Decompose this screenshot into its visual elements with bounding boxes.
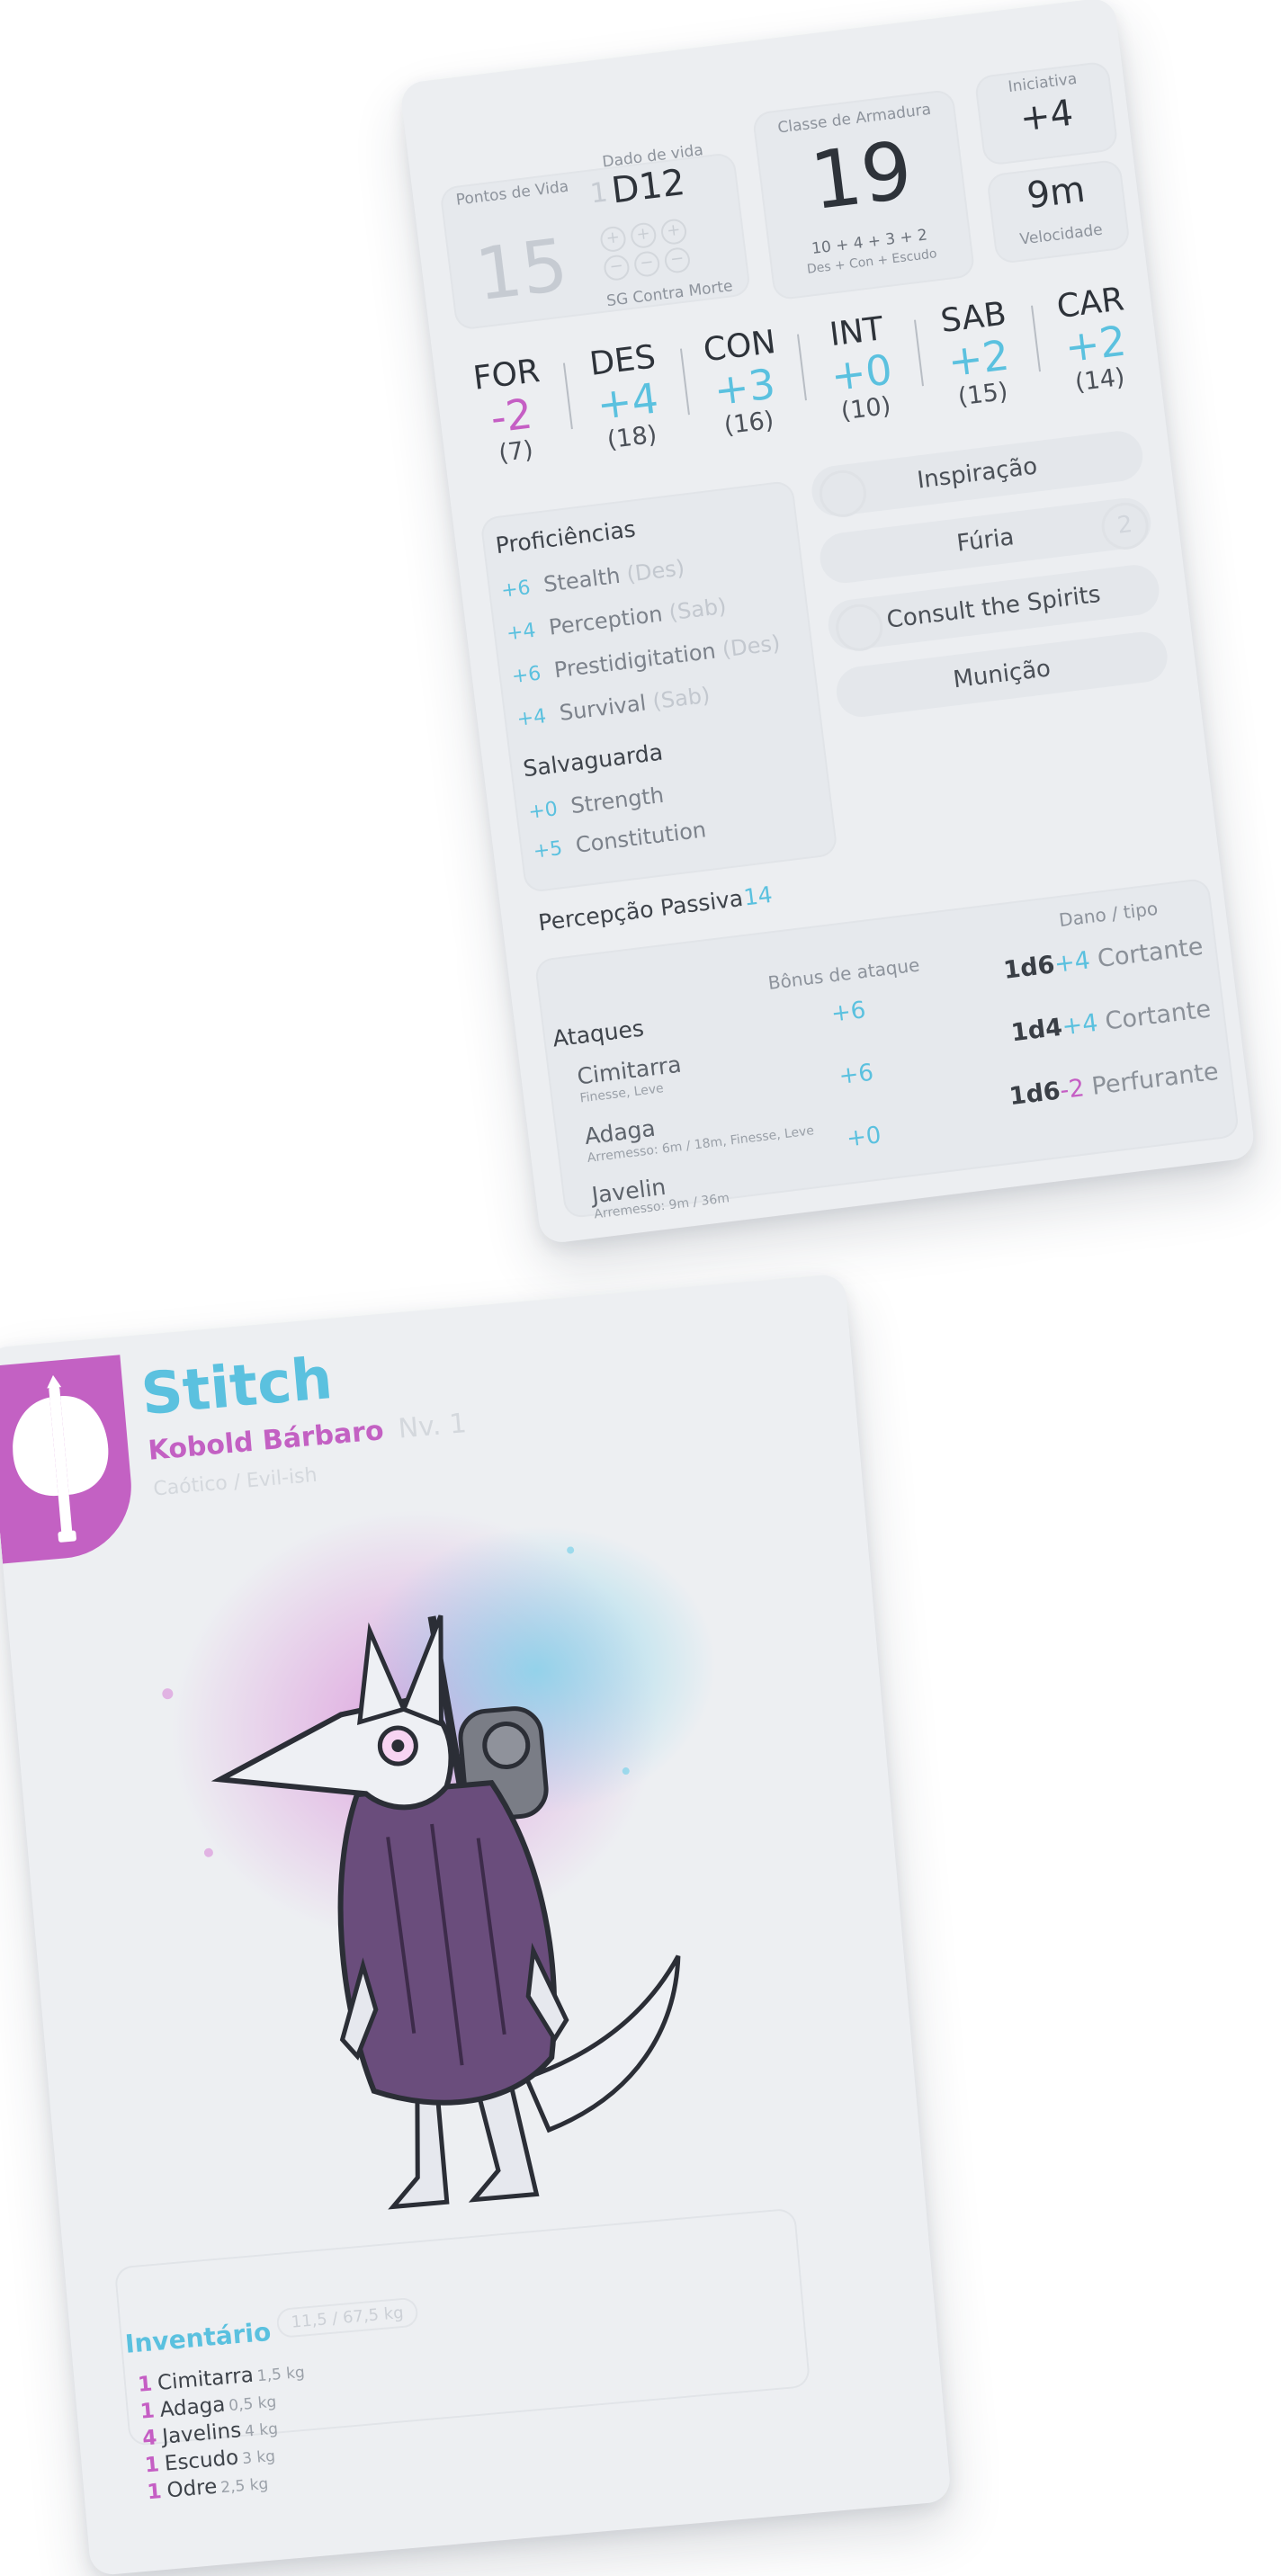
rage-label: Fúria — [954, 523, 1016, 558]
passive-perception-value: 14 — [742, 881, 775, 911]
stat-int: INT +0 (10) — [802, 308, 920, 429]
item-qty: 1 — [137, 2372, 154, 2397]
kobold-illustration — [162, 1510, 716, 2210]
level-text: Nv. 1 — [397, 1408, 469, 1445]
item-weight: 4 kg — [244, 2419, 279, 2441]
item-name: Odre — [166, 2474, 219, 2503]
saving-throw-name: Strength — [569, 782, 666, 819]
stat-cha: CAR +2 (14) — [1035, 279, 1154, 400]
ammunition-label: Munição — [951, 655, 1053, 694]
proficiencies-title: Proficiências — [494, 515, 638, 559]
proficiency-attr: (Sab) — [667, 593, 728, 626]
attacks-box — [533, 877, 1241, 1220]
proficiency-attr: (Des) — [721, 630, 782, 663]
item-weight: 3 kg — [241, 2446, 276, 2469]
proficiency-name: Survival — [558, 690, 648, 726]
death-save-plus-2[interactable]: + — [629, 221, 658, 250]
character-name: Stitch — [139, 1345, 336, 1429]
inspiration-label: Inspiração — [915, 452, 1039, 495]
item-qty: 1 — [143, 2453, 161, 2478]
item-weight: 1,5 kg — [256, 2363, 306, 2386]
death-save-minus-1[interactable]: − — [602, 254, 632, 282]
death-save-minus-2[interactable]: − — [632, 249, 661, 279]
proficiency-bonus: +4 — [505, 619, 537, 646]
proficiency-bonus: +6 — [510, 662, 542, 689]
item-qty: 1 — [139, 2399, 156, 2424]
attack-dmg-mod: +4 — [1053, 946, 1092, 979]
proficiency-attr: (Sab) — [650, 682, 712, 715]
proficiency-name: Prestidigitation — [552, 638, 718, 684]
death-save-plus-3[interactable]: + — [659, 218, 688, 246]
item-weight: 2,5 kg — [219, 2474, 270, 2498]
proficiency-bonus: +6 — [499, 577, 533, 603]
character-alignment: Caótico / Evil-ish — [152, 1463, 318, 1501]
proficiency-name: Stealth — [542, 562, 622, 598]
stat-dex: DES +4 (18) — [568, 336, 686, 458]
proficiency-attr: (Des) — [625, 555, 686, 587]
death-save-plus-1[interactable]: + — [598, 225, 628, 254]
saving-throw-bonus: +5 — [532, 836, 564, 863]
saving-throw-bonus: +0 — [527, 798, 560, 825]
saving-throw-name: Constitution — [574, 817, 708, 858]
item-weight: 0,5 kg — [228, 2393, 278, 2416]
passive-perception-label: Percepção Passiva — [536, 884, 745, 936]
item-qty: 1 — [146, 2480, 163, 2505]
hit-points-value[interactable]: 15 — [463, 222, 580, 318]
stat-con: CON +3 (16) — [685, 322, 803, 443]
attack-dmg-mod: -2 — [1058, 1074, 1087, 1105]
attack-dmg-mod: +4 — [1060, 1008, 1100, 1042]
death-save-minus-3[interactable]: − — [663, 246, 692, 274]
proficiency-bonus: +4 — [515, 705, 548, 731]
stat-wis: SAB +2 (15) — [918, 293, 1037, 415]
hit-die-count: 1 — [588, 176, 610, 210]
item-name: Escudo — [163, 2446, 240, 2476]
proficiency-name: Perception — [547, 601, 664, 640]
saving-throws-title: Salvaguarda — [521, 738, 665, 783]
proficiencies-box: Proficiências +6 Stealth (Des) +4 Percep… — [479, 479, 838, 894]
stat-str: FOR -2 (7) — [452, 350, 570, 471]
character-sheet-card: Pontos de Vida 15 Dado de vida 1 D12 + + +… — [399, 0, 1257, 1245]
character-card: Stitch Kobold Bárbaro Nv. 1 Caótico / Ev… — [0, 1273, 952, 2576]
consult-spirits-label: Consult the Spirits — [885, 580, 1103, 634]
item-qty: 4 — [141, 2426, 158, 2451]
